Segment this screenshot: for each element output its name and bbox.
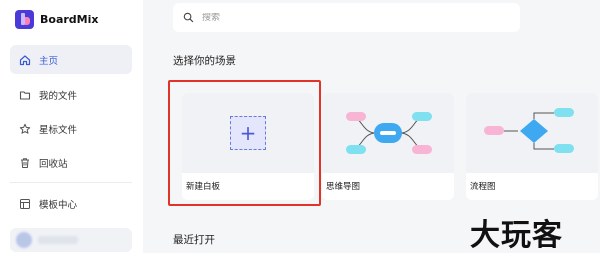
highlight-box xyxy=(168,80,321,206)
app-logo[interactable]: BoardMix xyxy=(15,10,98,29)
sidebar-item-label: 回收站 xyxy=(39,158,68,170)
search-icon xyxy=(183,12,194,23)
mindmap-card[interactable]: 思维导图 xyxy=(322,93,454,200)
star-icon xyxy=(19,123,31,135)
card-label: 流程图 xyxy=(470,182,496,192)
folder-icon xyxy=(19,89,31,101)
sidebar-item-label: 模板中心 xyxy=(39,199,78,211)
user-name-blurred xyxy=(38,236,78,244)
sidebar-item-starred[interactable]: 星标文件 xyxy=(10,114,132,143)
user-profile[interactable] xyxy=(10,228,132,252)
home-icon xyxy=(19,54,31,66)
recent-section-title: 最近打开 xyxy=(173,234,215,246)
sidebar-item-trash[interactable]: 回收站 xyxy=(10,148,132,177)
mindmap-icon xyxy=(346,112,432,154)
sidebar-item-templates[interactable]: 模板中心 xyxy=(10,189,132,218)
sidebar-divider xyxy=(10,182,132,183)
flowchart-card[interactable]: 流程图 xyxy=(466,93,598,200)
card-thumbnail xyxy=(466,93,598,173)
card-label: 思维导图 xyxy=(326,182,361,192)
sidebar: BoardMix 主页 我的文件 星标文件 回收站 模板中心 xyxy=(0,0,143,253)
sidebar-item-home[interactable]: 主页 xyxy=(10,45,132,74)
trash-icon xyxy=(19,157,31,169)
card-thumbnail xyxy=(322,93,454,173)
flowchart-icon xyxy=(484,108,574,153)
boardmix-logo-icon xyxy=(15,10,34,29)
sidebar-item-label: 星标文件 xyxy=(39,124,78,136)
sidebar-item-label: 我的文件 xyxy=(39,90,78,102)
avatar xyxy=(16,232,32,248)
search-bar[interactable] xyxy=(173,3,520,32)
search-input[interactable] xyxy=(202,12,502,23)
app-name: BoardMix xyxy=(40,13,99,26)
watermark: 大玩客 xyxy=(470,218,563,253)
sidebar-item-label: 主页 xyxy=(39,55,59,67)
scene-section-title: 选择你的场景 xyxy=(173,55,236,67)
sidebar-item-my-files[interactable]: 我的文件 xyxy=(10,80,132,109)
template-icon xyxy=(19,198,31,210)
